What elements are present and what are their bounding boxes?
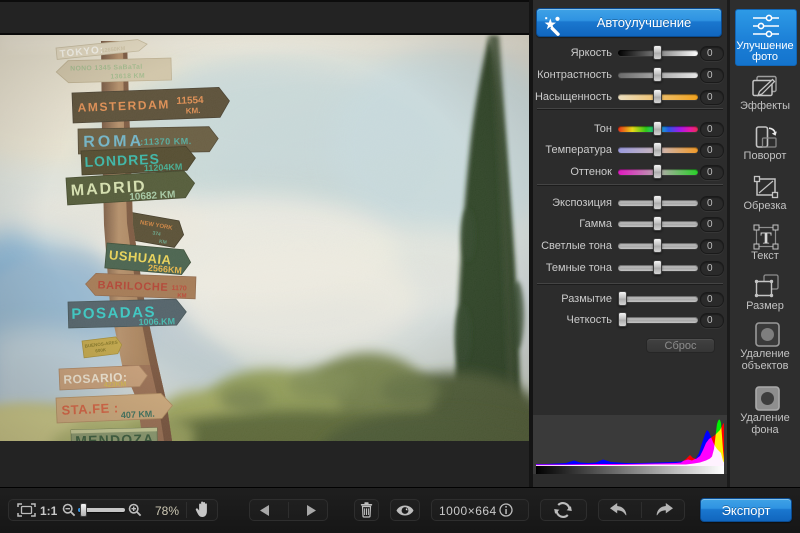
svg-text:T: T <box>760 229 772 248</box>
